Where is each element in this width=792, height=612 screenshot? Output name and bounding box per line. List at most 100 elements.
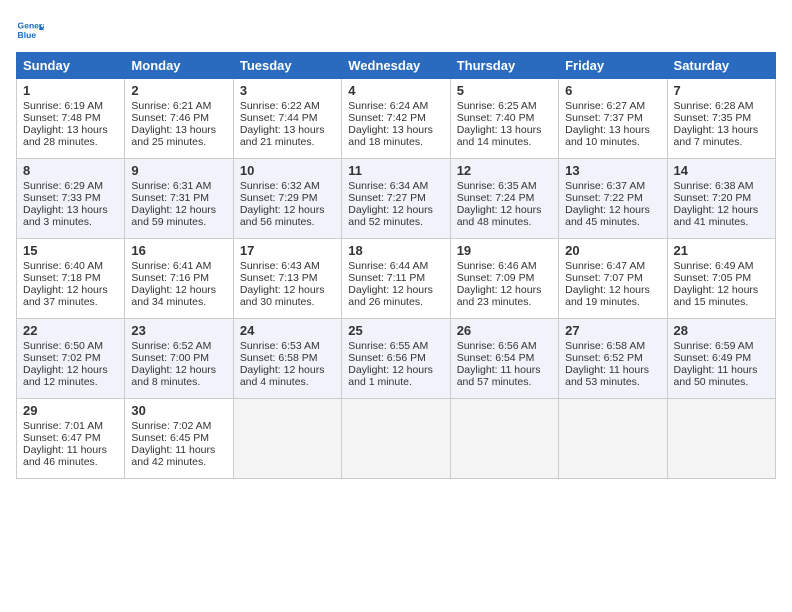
day-number: 18 — [348, 243, 443, 258]
day-info: Sunrise: 6:24 AMSunset: 7:42 PMDaylight:… — [348, 100, 433, 148]
calendar-cell: 30 Sunrise: 7:02 AMSunset: 6:45 PMDayligh… — [125, 399, 233, 479]
day-info: Sunrise: 6:25 AMSunset: 7:40 PMDaylight:… — [457, 100, 542, 148]
day-info: Sunrise: 6:52 AMSunset: 7:00 PMDaylight:… — [131, 340, 216, 388]
calendar-cell: 26Sunrise: 6:56 AMSunset: 6:54 PMDayligh… — [450, 319, 558, 399]
calendar-cell: 23Sunrise: 6:52 AMSunset: 7:00 PMDayligh… — [125, 319, 233, 399]
day-info: Sunrise: 6:32 AMSunset: 7:29 PMDaylight:… — [240, 180, 325, 228]
day-number: 8 — [23, 163, 118, 178]
day-number: 14 — [674, 163, 769, 178]
day-number: 21 — [674, 243, 769, 258]
day-number: 4 — [348, 83, 443, 98]
day-info: Sunrise: 6:22 AMSunset: 7:44 PMDaylight:… — [240, 100, 325, 148]
calendar-cell: 19Sunrise: 6:46 AMSunset: 7:09 PMDayligh… — [450, 239, 558, 319]
day-number: 2 — [131, 83, 226, 98]
day-number: 20 — [565, 243, 660, 258]
calendar-cell: 22 Sunrise: 6:50 AMSunset: 7:02 PMDayligh… — [17, 319, 125, 399]
day-number: 10 — [240, 163, 335, 178]
day-number: 22 — [23, 323, 118, 338]
day-number: 29 — [23, 403, 118, 418]
day-number: 12 — [457, 163, 552, 178]
calendar-cell: 11 Sunrise: 6:34 AMSunset: 7:27 PMDayligh… — [342, 159, 450, 239]
calendar-cell: 20 Sunrise: 6:47 AMSunset: 7:07 PMDayligh… — [559, 239, 667, 319]
weekday-header: Thursday — [450, 53, 558, 79]
day-number: 25 — [348, 323, 443, 338]
day-info: Sunrise: 6:28 AMSunset: 7:35 PMDaylight:… — [674, 100, 759, 148]
day-info: Sunrise: 6:27 AMSunset: 7:37 PMDaylight:… — [565, 100, 650, 148]
calendar-cell: 25 Sunrise: 6:55 AMSunset: 6:56 PMDayligh… — [342, 319, 450, 399]
day-info: Sunrise: 6:49 AMSunset: 7:05 PMDaylight:… — [674, 260, 759, 308]
day-number: 16 — [131, 243, 226, 258]
calendar-cell: 9 Sunrise: 6:31 AMSunset: 7:31 PMDaylight… — [125, 159, 233, 239]
day-number: 6 — [565, 83, 660, 98]
calendar-cell: 17Sunrise: 6:43 AMSunset: 7:13 PMDayligh… — [233, 239, 341, 319]
svg-text:Blue: Blue — [18, 30, 37, 40]
calendar-cell: 4 Sunrise: 6:24 AMSunset: 7:42 PMDaylight… — [342, 79, 450, 159]
day-info: Sunrise: 6:21 AMSunset: 7:46 PMDaylight:… — [131, 100, 216, 148]
day-info: Sunrise: 6:34 AMSunset: 7:27 PMDaylight:… — [348, 180, 433, 228]
weekday-header: Saturday — [667, 53, 775, 79]
day-number: 15 — [23, 243, 118, 258]
calendar-cell: 15 Sunrise: 6:40 AMSunset: 7:18 PMDayligh… — [17, 239, 125, 319]
day-info: Sunrise: 6:40 AMSunset: 7:18 PMDaylight:… — [23, 260, 108, 308]
calendar-week-row: 29Sunrise: 7:01 AMSunset: 6:47 PMDayligh… — [17, 399, 776, 479]
calendar-cell: 29Sunrise: 7:01 AMSunset: 6:47 PMDayligh… — [17, 399, 125, 479]
calendar-cell: 27 Sunrise: 6:58 AMSunset: 6:52 PMDayligh… — [559, 319, 667, 399]
day-number: 30 — [131, 403, 226, 418]
day-number: 5 — [457, 83, 552, 98]
calendar-cell: 7Sunrise: 6:28 AMSunset: 7:35 PMDaylight… — [667, 79, 775, 159]
day-number: 9 — [131, 163, 226, 178]
calendar-cell: 16 Sunrise: 6:41 AMSunset: 7:16 PMDayligh… — [125, 239, 233, 319]
page-header: General Blue — [16, 16, 776, 44]
weekday-header: Sunday — [17, 53, 125, 79]
day-info: Sunrise: 6:50 AMSunset: 7:02 PMDaylight:… — [23, 340, 108, 388]
day-number: 13 — [565, 163, 660, 178]
day-info: Sunrise: 6:55 AMSunset: 6:56 PMDaylight:… — [348, 340, 433, 388]
day-info: Sunrise: 6:53 AMSunset: 6:58 PMDaylight:… — [240, 340, 325, 388]
calendar-cell: 2 Sunrise: 6:21 AMSunset: 7:46 PMDaylight… — [125, 79, 233, 159]
day-info: Sunrise: 6:31 AMSunset: 7:31 PMDaylight:… — [131, 180, 216, 228]
weekday-header: Tuesday — [233, 53, 341, 79]
calendar-cell: 8 Sunrise: 6:29 AMSunset: 7:33 PMDaylight… — [17, 159, 125, 239]
day-number: 27 — [565, 323, 660, 338]
calendar-table: SundayMondayTuesdayWednesdayThursdayFrid… — [16, 52, 776, 479]
day-info: Sunrise: 6:37 AMSunset: 7:22 PMDaylight:… — [565, 180, 650, 228]
day-info: Sunrise: 6:29 AMSunset: 7:33 PMDaylight:… — [23, 180, 108, 228]
day-info: Sunrise: 6:38 AMSunset: 7:20 PMDaylight:… — [674, 180, 759, 228]
day-number: 1 — [23, 83, 118, 98]
day-info: Sunrise: 6:19 AMSunset: 7:48 PMDaylight:… — [23, 100, 108, 148]
calendar-body: 1 Sunrise: 6:19 AMSunset: 7:48 PMDaylight… — [17, 79, 776, 479]
day-info: Sunrise: 6:47 AMSunset: 7:07 PMDaylight:… — [565, 260, 650, 308]
calendar-cell: 6 Sunrise: 6:27 AMSunset: 7:37 PMDaylight… — [559, 79, 667, 159]
calendar-cell: 14 Sunrise: 6:38 AMSunset: 7:20 PMDayligh… — [667, 159, 775, 239]
weekday-header: Wednesday — [342, 53, 450, 79]
day-number: 28 — [674, 323, 769, 338]
calendar-cell: 24Sunrise: 6:53 AMSunset: 6:58 PMDayligh… — [233, 319, 341, 399]
day-info: Sunrise: 6:43 AMSunset: 7:13 PMDaylight:… — [240, 260, 325, 308]
calendar-cell: 12Sunrise: 6:35 AMSunset: 7:24 PMDayligh… — [450, 159, 558, 239]
calendar-cell — [342, 399, 450, 479]
day-info: Sunrise: 7:02 AMSunset: 6:45 PMDaylight:… — [131, 420, 215, 468]
calendar-week-row: 22 Sunrise: 6:50 AMSunset: 7:02 PMDayligh… — [17, 319, 776, 399]
calendar-week-row: 15 Sunrise: 6:40 AMSunset: 7:18 PMDayligh… — [17, 239, 776, 319]
calendar-cell — [233, 399, 341, 479]
calendar-cell — [667, 399, 775, 479]
day-info: Sunrise: 6:41 AMSunset: 7:16 PMDaylight:… — [131, 260, 216, 308]
day-info: Sunrise: 6:59 AMSunset: 6:49 PMDaylight:… — [674, 340, 758, 388]
calendar-week-row: 8 Sunrise: 6:29 AMSunset: 7:33 PMDaylight… — [17, 159, 776, 239]
day-info: Sunrise: 6:44 AMSunset: 7:11 PMDaylight:… — [348, 260, 433, 308]
day-info: Sunrise: 6:58 AMSunset: 6:52 PMDaylight:… — [565, 340, 649, 388]
calendar-cell: 13 Sunrise: 6:37 AMSunset: 7:22 PMDayligh… — [559, 159, 667, 239]
day-number: 26 — [457, 323, 552, 338]
calendar-cell: 3Sunrise: 6:22 AMSunset: 7:44 PMDaylight… — [233, 79, 341, 159]
calendar-cell: 28 Sunrise: 6:59 AMSunset: 6:49 PMDayligh… — [667, 319, 775, 399]
day-number: 11 — [348, 163, 443, 178]
calendar-cell: 21 Sunrise: 6:49 AMSunset: 7:05 PMDayligh… — [667, 239, 775, 319]
logo-icon: General Blue — [16, 16, 44, 44]
calendar-cell: 5 Sunrise: 6:25 AMSunset: 7:40 PMDaylight… — [450, 79, 558, 159]
calendar-cell: 10 Sunrise: 6:32 AMSunset: 7:29 PMDayligh… — [233, 159, 341, 239]
calendar-week-row: 1 Sunrise: 6:19 AMSunset: 7:48 PMDaylight… — [17, 79, 776, 159]
weekday-header: Monday — [125, 53, 233, 79]
calendar-cell — [450, 399, 558, 479]
weekday-header: Friday — [559, 53, 667, 79]
calendar-cell — [559, 399, 667, 479]
